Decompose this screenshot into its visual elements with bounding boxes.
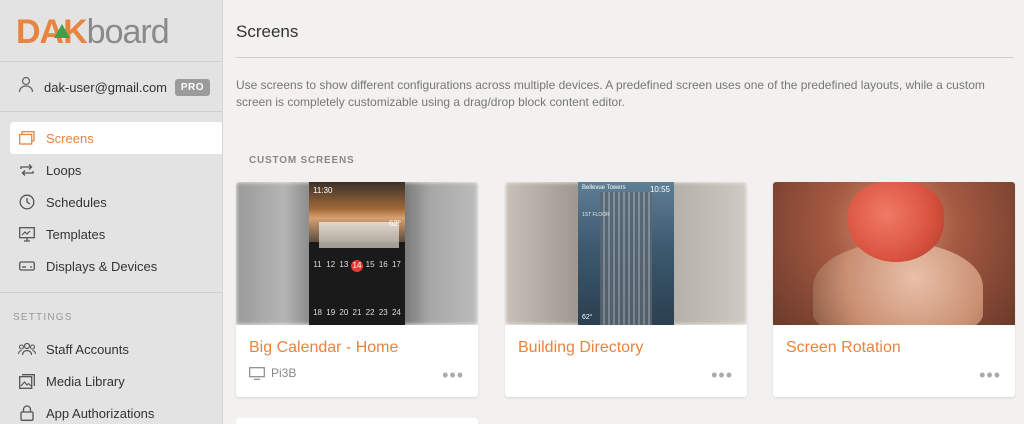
media-icon: [18, 372, 36, 390]
screen-name[interactable]: Screen Rotation: [786, 339, 901, 357]
heart-image: [848, 182, 944, 262]
sidebar-item-label: Schedules: [46, 194, 107, 210]
preview-time: 10:55: [649, 185, 670, 194]
preview-time: 11:30: [313, 186, 333, 195]
preview-header: Bellevue Towers: [582, 185, 626, 191]
screen-card-screen-rotation[interactable]: Screen Rotation •••: [773, 182, 1015, 397]
user-account[interactable]: dak-user@gmail.com PRO: [18, 76, 210, 98]
sidebar-item-label: Displays & Devices: [46, 258, 158, 274]
logo-triangle-icon: [54, 24, 70, 38]
page-title: Screens: [236, 22, 299, 41]
devices-icon: [18, 257, 36, 275]
templates-icon: [18, 225, 36, 243]
screen-card-building-directory[interactable]: Bellevue Towers 10:55 1ST FLOOR 62° Buil…: [505, 182, 747, 397]
preview-temp: 62°: [388, 219, 401, 228]
calendar-preview: 11:30 62° 11 12 13 14 15 16 17 18 19 20 …: [309, 182, 405, 325]
more-options-button[interactable]: •••: [979, 366, 1001, 384]
preview-temp: 62°: [582, 314, 593, 321]
settings-section-label: SETTINGS: [13, 312, 73, 323]
sidebar-item-loops[interactable]: Loops: [10, 154, 222, 186]
sidebar-item-label: Loops: [46, 162, 82, 178]
screen-thumbnail[interactable]: 11:30 62° 11 12 13 14 15 16 17 18 19 20 …: [236, 182, 478, 325]
preview-week-2: 18 19 20 21 22 23 24: [313, 308, 401, 317]
sidebar-item-displays-devices[interactable]: Displays & Devices: [10, 250, 222, 282]
logo-board: board: [86, 13, 170, 51]
lock-icon: [18, 404, 36, 422]
screen-name[interactable]: Building Directory: [518, 339, 643, 357]
pro-badge: PRO: [174, 79, 210, 96]
user-icon: [18, 76, 34, 98]
sidebar-item-schedules[interactable]: Schedules: [10, 186, 222, 218]
sidebar-item-templates[interactable]: Templates: [10, 218, 222, 250]
preview-week-1: 11 12 13 14 15 16 17: [313, 260, 401, 272]
screen-thumbnail[interactable]: Bellevue Towers 10:55 1ST FLOOR 62°: [505, 182, 747, 325]
custom-screens-label: CUSTOM SCREENS: [249, 155, 355, 166]
screen-card-partial[interactable]: [236, 418, 478, 424]
title-divider: [236, 57, 1014, 58]
logo-dak: DAK: [16, 13, 88, 51]
sidebar-item-media-library[interactable]: Media Library: [10, 365, 222, 397]
screen-card-big-calendar[interactable]: 11:30 62° 11 12 13 14 15 16 17 18 19 20 …: [236, 182, 478, 397]
sidebar-item-staff-accounts[interactable]: Staff Accounts: [10, 333, 222, 365]
sidebar-item-label: Staff Accounts: [46, 341, 129, 357]
sidebar-divider: [0, 61, 222, 62]
sidebar-divider: [0, 111, 222, 112]
screen-thumbnail[interactable]: [773, 182, 1015, 325]
preview-today: 14: [350, 260, 363, 272]
screens-icon: [18, 129, 36, 147]
sidebar-item-label: App Authorizations: [46, 405, 155, 421]
loops-icon: [18, 161, 36, 179]
device-name: Pi3B: [271, 366, 297, 380]
staff-icon: [18, 340, 36, 358]
sidebar-divider: [0, 292, 222, 293]
sidebar-item-label: Screens: [46, 130, 94, 146]
sidebar-item-screens[interactable]: Screens: [10, 122, 222, 154]
sidebar-item-label: Media Library: [46, 373, 125, 389]
dakboard-logo[interactable]: DAK board: [16, 10, 170, 51]
clock-icon: [18, 193, 36, 211]
page-description: Use screens to show different configurat…: [236, 78, 985, 109]
assigned-device: Pi3B: [249, 366, 296, 380]
screen-name[interactable]: Big Calendar - Home: [249, 339, 398, 357]
more-options-button[interactable]: •••: [711, 366, 733, 384]
monitor-icon: [249, 366, 265, 380]
main-content: Screens Use screens to show different co…: [223, 0, 1024, 424]
more-options-button[interactable]: •••: [442, 366, 464, 384]
preview-floor: 1ST FLOOR: [582, 212, 610, 218]
sidebar: DAK board dak-user@gmail.com PRO Screens…: [0, 0, 223, 424]
sidebar-item-app-authorizations[interactable]: App Authorizations: [10, 397, 222, 424]
user-email: dak-user@gmail.com: [44, 79, 168, 95]
directory-preview: Bellevue Towers 10:55 1ST FLOOR 62°: [578, 182, 674, 325]
sidebar-item-label: Templates: [46, 226, 106, 242]
